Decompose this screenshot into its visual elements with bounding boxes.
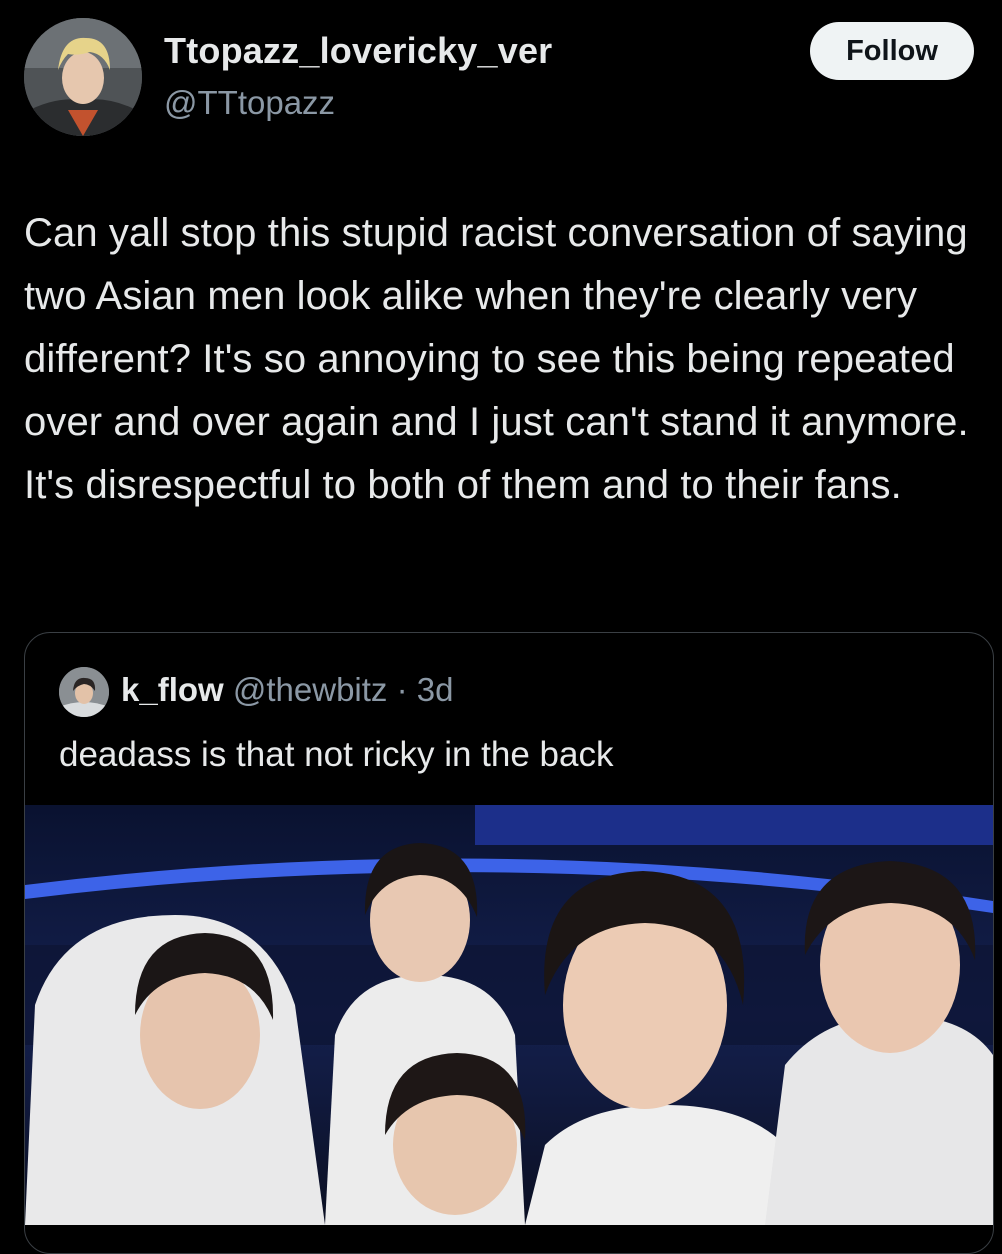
- profile-photo-icon: [24, 18, 142, 136]
- quoted-tweet-card[interactable]: k_flow @thewbitz · 3d deadass is that no…: [24, 632, 994, 1254]
- quoted-display-name[interactable]: k_flow: [121, 671, 224, 708]
- meta-separator: ·: [387, 671, 417, 708]
- author-handle[interactable]: @TTtopazz: [164, 84, 335, 122]
- author-display-name[interactable]: Ttopazz_lovericky_ver: [164, 30, 552, 72]
- group-photo-icon: [25, 805, 993, 1225]
- profile-photo-icon: [59, 667, 109, 717]
- quoted-tweet-media[interactable]: [25, 805, 993, 1225]
- quoted-tweet-header: k_flow @thewbitz · 3d: [121, 671, 453, 709]
- follow-button[interactable]: Follow: [810, 22, 974, 80]
- author-avatar[interactable]: [24, 18, 142, 136]
- quoted-handle[interactable]: @thewbitz: [233, 671, 388, 708]
- quoted-tweet-text: deadass is that not ricky in the back: [59, 735, 614, 774]
- tweet: Ttopazz_lovericky_ver @TTtopazz Follow C…: [0, 0, 1002, 1254]
- quoted-author-avatar[interactable]: [59, 667, 109, 717]
- quoted-timestamp[interactable]: 3d: [417, 671, 454, 708]
- tweet-text: Can yall stop this stupid racist convers…: [24, 211, 969, 507]
